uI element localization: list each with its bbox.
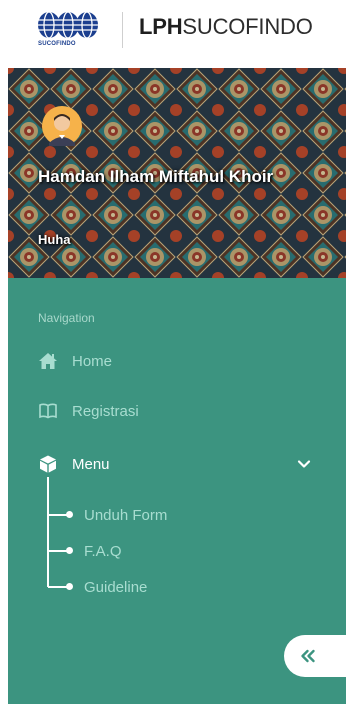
submenu-item-faq-label: F.A.Q [84, 542, 122, 560]
profile-banner: Hamdan Ilham Miftahul Khoir Huha [8, 68, 346, 278]
brand-title-bold: LPH [139, 14, 183, 39]
chevron-down-icon[interactable] [297, 457, 311, 471]
user-name: Hamdan Ilham Miftahul Khoir [38, 167, 274, 186]
submenu-tree-line [47, 477, 49, 587]
nav-item-home[interactable]: Home [38, 349, 112, 373]
avatar[interactable] [42, 106, 82, 146]
tree-branch-dot-icon [48, 583, 73, 590]
cube-icon [40, 455, 56, 473]
brand-title: LPHSUCOFINDO [139, 14, 313, 40]
home-icon [39, 353, 57, 369]
nav-item-home-label: Home [72, 352, 113, 370]
tree-branch-dot-icon [48, 511, 73, 518]
logo-caption: SUCOFINDO [38, 41, 76, 47]
user-subtitle: Huha [38, 232, 71, 247]
nav-item-menu-label: Menu [72, 455, 110, 473]
submenu-item-faq[interactable]: F.A.Q [48, 541, 122, 561]
sidebar: Hamdan Ilham Miftahul Khoir Huha Navigat… [8, 68, 346, 704]
top-header: SUCOFINDO LPHSUCOFINDO [0, 0, 346, 68]
book-icon [39, 403, 57, 419]
double-chevron-left-icon [301, 649, 315, 663]
nav-item-registrasi-label: Registrasi [72, 402, 139, 420]
submenu-item-guideline[interactable]: Guideline [48, 577, 147, 597]
collapse-sidebar-button[interactable] [284, 635, 346, 677]
nav-item-menu[interactable]: Menu [38, 452, 110, 476]
nav-item-registrasi[interactable]: Registrasi [38, 399, 139, 423]
submenu-item-unduh-form-label: Unduh Form [84, 506, 168, 524]
tree-branch-dot-icon [48, 547, 73, 554]
submenu-item-unduh-form[interactable]: Unduh Form [48, 505, 167, 525]
header-divider [122, 12, 123, 48]
app-frame: SUCOFINDO LPHSUCOFINDO Hamdan Ilham Mift… [0, 0, 346, 704]
brand-title-rest: SUCOFINDO [182, 14, 313, 39]
submenu-item-guideline-label: Guideline [84, 578, 148, 596]
nav-heading: Navigation [38, 311, 95, 325]
